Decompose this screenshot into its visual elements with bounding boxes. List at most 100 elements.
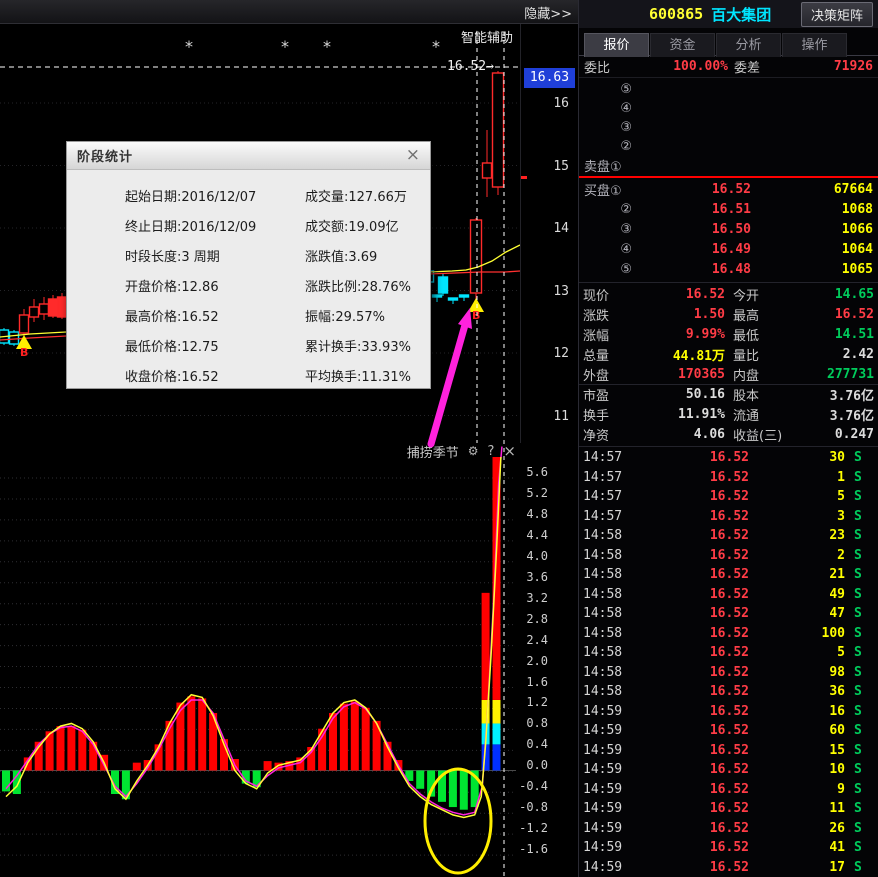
dialog-row: 时段长度:3 周期涨跌值:3.69 [67,246,430,266]
indicator-bar [57,726,65,770]
tick-price: 16.52 [635,782,749,797]
dialog-field-right: 涨跌值:3.69 [305,246,377,265]
high-price-label: 16.52→ [447,59,494,74]
tick-row: 14:5816.5298S [579,663,878,683]
crosshair-price-badge: 16.63 [524,68,575,88]
indicator-axis-label: 0.4 [526,737,548,751]
dialog-title-bar[interactable]: 阶段统计 × [67,142,430,170]
tab-资金[interactable]: 资金 [650,33,715,57]
tick-time: 14:58 [583,684,635,699]
price-axis: 16.63 161514131211 [520,24,578,443]
tab-报价[interactable]: 报价 [584,33,649,57]
tick-side: S [845,840,874,855]
buy-level-volume: 67664 [751,182,873,197]
tick-time: 14:59 [583,743,635,758]
tick-side: S [845,704,874,719]
candle-body [483,163,492,178]
buy-level-price: 16.48 [632,262,751,277]
info-value: 44.81万 [627,345,725,364]
tick-volume: 5 [749,489,845,504]
info-label: 市盈 [583,385,627,404]
indicator-bar [176,703,184,771]
tick-price: 16.52 [635,626,749,641]
info-row: 总量44.81万量比2.42 [579,344,878,364]
info-label: 流通 [733,405,805,424]
stacked-indicator-bar [493,723,501,744]
buy-level-label: ⑤ [584,262,632,277]
info-value: 11.91% [627,407,725,422]
star-marker: * [323,37,331,56]
tick-volume: 11 [749,801,845,816]
sell-order-book: ⑤④③②卖盘① [579,80,878,175]
dialog-row: 最高价格:16.52振幅:29.57% [67,306,430,326]
info-label: 净资 [583,425,627,444]
indicator-close-icon[interactable]: × [503,442,516,460]
tick-price: 16.52 [635,665,749,680]
indicator-axis-label: 5.6 [526,465,548,479]
dialog-field-right: 振幅:29.57% [305,306,385,325]
indicator-bar [340,704,348,771]
tick-volume: 15 [749,743,845,758]
gear-icon[interactable]: ⚙ [468,444,479,458]
buy-level-price: 16.51 [632,202,751,217]
dialog-row: 收盘价格:16.52平均换手:11.31% [67,366,430,386]
tab-操作[interactable]: 操作 [782,33,847,57]
price-axis-label: 16 [553,96,569,111]
dialog-row: 终止日期:2016/12/09成交额:19.09亿 [67,216,430,236]
info-row: 现价16.52今开14.65 [579,284,878,304]
stage-statistics-dialog: 阶段统计 × 起始日期:2016/12/07成交量:127.66万终止日期:20… [66,141,431,389]
info-row: 换手11.91%流通3.76亿 [579,404,878,424]
tick-price: 16.52 [635,723,749,738]
tick-price: 16.52 [635,450,749,465]
tick-volume: 36 [749,684,845,699]
info-value: 14.51 [805,327,874,342]
tick-volume: 5 [749,645,845,660]
stock-name: 百大集团 [711,4,771,25]
tick-time: 14:59 [583,723,635,738]
decision-matrix-button[interactable]: 决策矩阵 [801,2,873,27]
tick-row: 14:5916.5210S [579,760,878,780]
tick-time: 14:58 [583,645,635,660]
tick-time: 14:58 [583,606,635,621]
tick-volume: 17 [749,860,845,875]
tick-time: 14:59 [583,782,635,797]
dialog-row: 开盘价格:12.86涨跌比例:28.76% [67,276,430,296]
candle-body [471,220,482,293]
indicator-bar [13,771,21,795]
info-value: 9.99% [627,327,725,342]
info-value: 1.50 [627,307,725,322]
stacked-indicator-bar [493,700,501,724]
tick-row: 14:5916.5260S [579,721,878,741]
close-icon[interactable]: × [406,147,420,164]
indicator-axis-label: 2.4 [526,633,548,647]
tick-price: 16.52 [635,470,749,485]
tick-price: 16.52 [635,840,749,855]
buy-level-price: 16.52 [632,182,751,197]
tick-row: 14:5916.5216S [579,702,878,722]
tab-分析[interactable]: 分析 [716,33,781,57]
star-marker: * [185,37,193,56]
tick-side: S [845,665,874,680]
info-value: 14.65 [805,287,874,302]
tick-price: 16.52 [635,489,749,504]
tick-side: S [845,645,874,660]
tick-volume: 49 [749,587,845,602]
info-row: 涨跌1.50最高16.52 [579,304,878,324]
chart-region: 隐藏>> ****BB 智能辅助 16.52→ 16.63 1615141312… [0,0,578,877]
tick-row: 14:5816.52100S [579,624,878,644]
tick-time: 14:59 [583,704,635,719]
dialog-field-left: 起始日期:2016/12/07 [125,186,256,205]
help-icon[interactable]: ? [488,444,495,459]
indicator-axis-label: 2.0 [526,654,548,668]
tick-side: S [845,470,874,485]
tick-side: S [845,567,874,582]
smart-assist-label[interactable]: 智能辅助 [461,27,513,46]
tick-volume: 60 [749,723,845,738]
hide-panel-button[interactable]: 隐藏>> [524,3,572,22]
tick-side: S [845,684,874,699]
indicator-title: 捕捞季节 [407,442,459,461]
indicator-axis-label: 4.8 [526,507,548,521]
price-axis-label: 13 [553,284,569,299]
tick-side: S [845,626,874,641]
candle-body [20,315,29,333]
